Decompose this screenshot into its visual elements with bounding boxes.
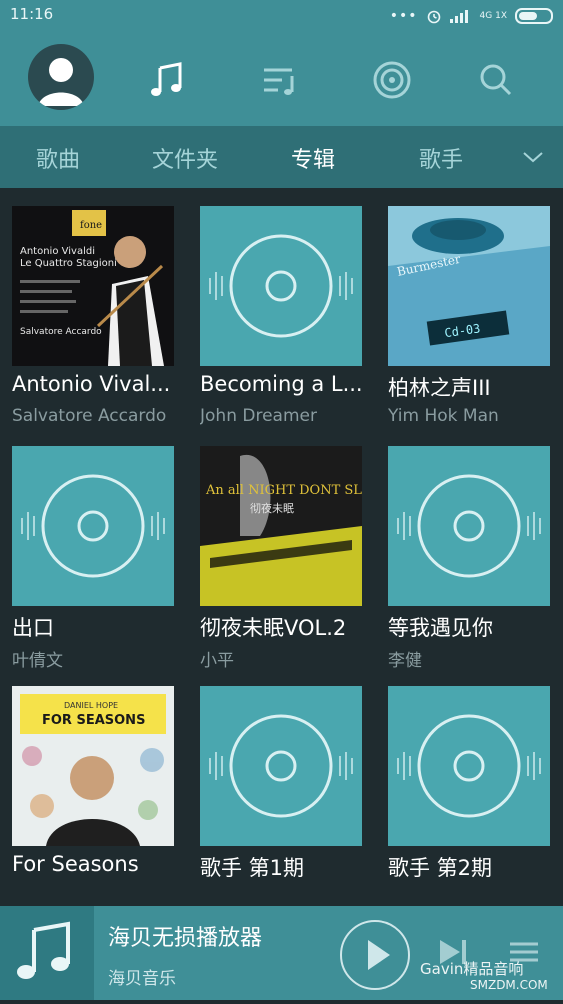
album-grid: fone Antonio Vivaldi Le Quattro Stagioni… xyxy=(0,188,563,906)
avatar-icon[interactable] xyxy=(28,44,94,110)
album-cover-placeholder[interactable] xyxy=(200,206,362,366)
chevron-down-icon[interactable] xyxy=(521,148,545,166)
search-icon[interactable] xyxy=(474,58,518,102)
play-icon xyxy=(368,940,390,970)
disc-icon xyxy=(209,234,353,338)
album-cover-placeholder[interactable] xyxy=(388,686,550,846)
disc-icon xyxy=(21,474,165,578)
cover-seasons-title: FOR SEASONS xyxy=(42,713,145,728)
category-tabs: 歌曲 文件夹 专辑 歌手 xyxy=(0,126,563,188)
album-artist: Yim Hok Man xyxy=(388,406,499,426)
now-playing-title: 海贝无损播放器 xyxy=(108,926,263,951)
cover-title-2: Le Quattro Stagioni xyxy=(20,258,117,269)
tab-artists[interactable]: 歌手 xyxy=(419,142,463,174)
album-title: For Seasons xyxy=(12,852,139,876)
playlist-icon[interactable] xyxy=(258,58,302,102)
label-fone: fone xyxy=(80,220,102,231)
album-title: Becoming a L... xyxy=(200,372,363,396)
mini-player[interactable]: 海贝无损播放器 海贝音乐 Gavin精品音响 SMZDM.COM xyxy=(0,906,563,1000)
album-card[interactable]: fone Antonio Vivaldi Le Quattro Stagioni… xyxy=(12,188,188,428)
now-playing-thumb[interactable] xyxy=(0,906,94,1000)
tab-albums[interactable]: 专辑 xyxy=(291,142,335,174)
top-navigation xyxy=(0,32,563,126)
album-cover-placeholder[interactable] xyxy=(200,686,362,846)
album-title: 彻夜未眠VOL.2 xyxy=(200,616,347,640)
watermark-text: Gavin精品音响 xyxy=(420,960,524,978)
disc-icon xyxy=(397,474,541,578)
watermark-site: SMZDM.COM xyxy=(470,978,548,992)
play-button[interactable] xyxy=(340,920,410,990)
album-title: 出口 xyxy=(12,616,54,640)
album-card[interactable]: 出口 叶倩文 xyxy=(12,428,188,671)
status-bar: 11:16 ••• 4G 1X xyxy=(0,0,563,32)
album-title: 等我遇见你 xyxy=(388,616,493,640)
album-card[interactable]: Burmester Cd-03 柏林之声III Yim Hok Man xyxy=(388,188,563,428)
album-artist: Salvatore Accardo xyxy=(12,406,167,426)
cover-performer: Salvatore Accardo xyxy=(20,327,102,337)
music-note-icon[interactable] xyxy=(146,58,190,102)
radio-icon[interactable] xyxy=(370,58,414,102)
album-artist: John Dreamer xyxy=(200,406,317,426)
album-card[interactable]: 等我遇见你 李健 xyxy=(388,428,563,671)
status-icons: ••• 4G 1X xyxy=(390,8,553,24)
album-card[interactable]: An all NIGHT DONT SLEEP 彻夜未眠 彻夜未眠VOL.2 小… xyxy=(200,428,390,671)
album-cover-placeholder[interactable] xyxy=(388,446,550,606)
album-title: 歌手 第2期 xyxy=(388,856,493,880)
album-title: 柏林之声III xyxy=(388,376,491,400)
cover-title-1: Antonio Vivaldi xyxy=(20,246,95,257)
cover-night-title: An all NIGHT DONT SLEEP xyxy=(205,483,362,498)
cover-night-cn: 彻夜未眠 xyxy=(250,501,294,515)
album-cover-placeholder[interactable] xyxy=(12,446,174,606)
disc-icon xyxy=(209,714,353,818)
album-cover[interactable]: Burmester Cd-03 xyxy=(388,206,550,366)
music-note-icon xyxy=(17,921,70,979)
album-card[interactable]: DANIEL HOPE FOR SEASONS For Seasons xyxy=(12,668,188,906)
signal-icon xyxy=(449,10,468,23)
battery-icon xyxy=(515,8,553,24)
cover-seasons-artist: DANIEL HOPE xyxy=(64,701,118,710)
tab-folders[interactable]: 文件夹 xyxy=(152,142,218,174)
alarm-icon xyxy=(427,10,440,24)
album-title: 歌手 第1期 xyxy=(200,856,305,880)
album-title: Antonio Vival... xyxy=(12,372,171,396)
album-cover[interactable]: fone Antonio Vivaldi Le Quattro Stagioni… xyxy=(12,206,174,366)
album-cover[interactable]: DANIEL HOPE FOR SEASONS xyxy=(12,686,174,846)
album-card[interactable]: 歌手 第1期 xyxy=(200,668,376,906)
status-time: 11:16 xyxy=(10,5,54,23)
album-card[interactable]: 歌手 第2期 xyxy=(388,668,563,906)
album-card[interactable]: Becoming a L... John Dreamer xyxy=(200,188,376,428)
album-cover[interactable]: An all NIGHT DONT SLEEP 彻夜未眠 xyxy=(200,446,390,606)
network-type: 4G 1X xyxy=(479,11,507,21)
disc-icon xyxy=(397,714,541,818)
tab-songs[interactable]: 歌曲 xyxy=(36,142,80,174)
more-dots-icon: ••• xyxy=(389,8,418,24)
now-playing-artist: 海贝音乐 xyxy=(108,969,176,989)
